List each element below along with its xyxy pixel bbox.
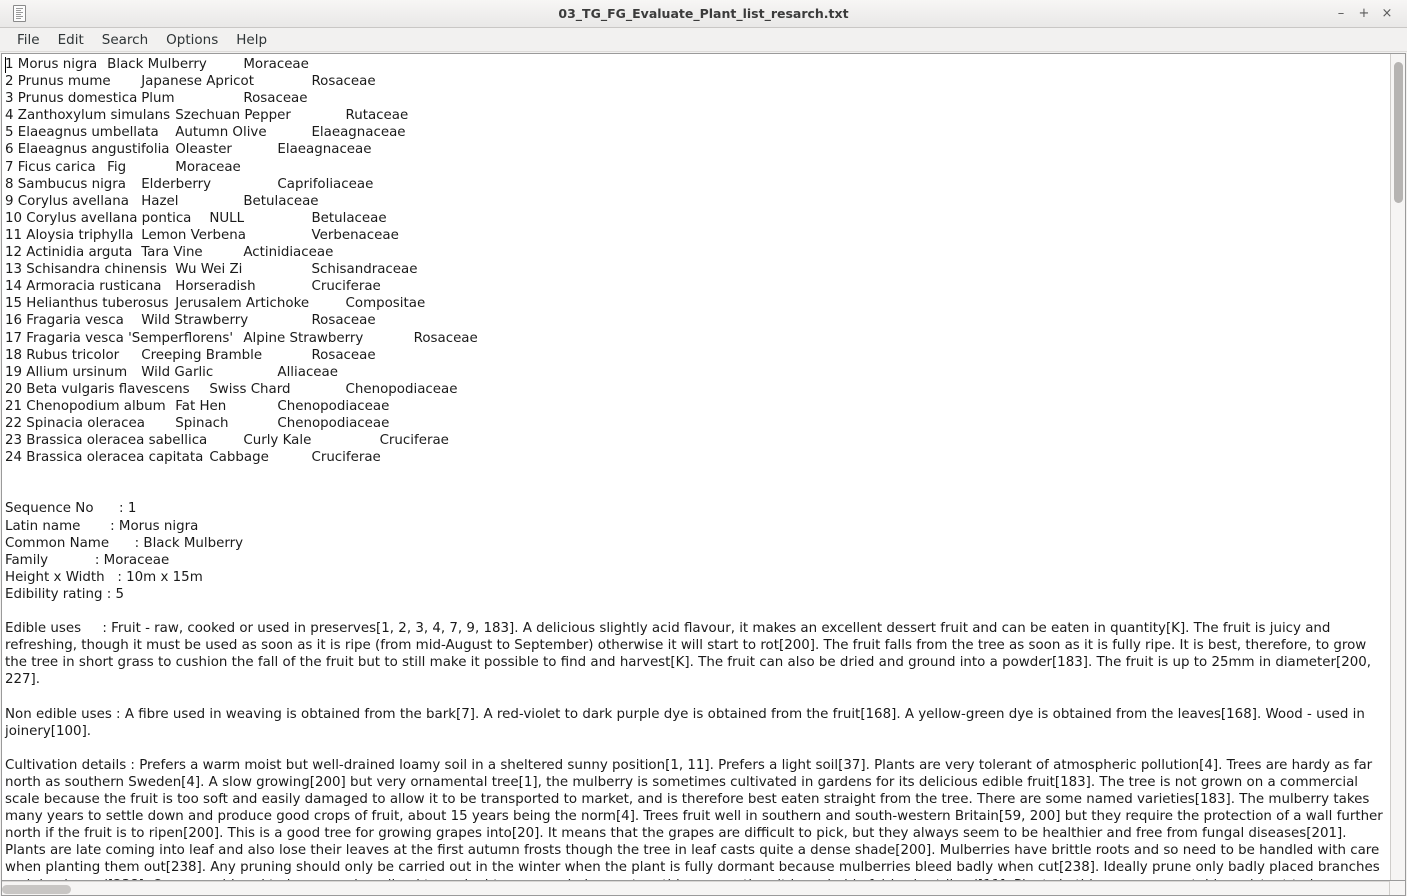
title-bar: 03_TG_FG_Evaluate_Plant_list_resarch.txt… bbox=[0, 0, 1407, 28]
window-controls: – + × bbox=[1335, 7, 1401, 20]
menu-item-options[interactable]: Options bbox=[157, 30, 227, 50]
horizontal-scrollbar-thumb[interactable] bbox=[2, 885, 72, 894]
vertical-scrollbar[interactable] bbox=[1390, 54, 1405, 880]
horizontal-scrollbar[interactable] bbox=[1, 880, 1406, 896]
text-caret bbox=[5, 57, 6, 73]
close-button[interactable]: × bbox=[1381, 7, 1393, 20]
menu-item-edit[interactable]: Edit bbox=[49, 30, 93, 50]
menu-item-file[interactable]: File bbox=[8, 30, 49, 50]
editor-container: 1 Morus nigra Black Mulberry Moraceae 2 … bbox=[0, 52, 1407, 896]
minimize-button[interactable]: – bbox=[1335, 7, 1347, 20]
menu-item-help[interactable]: Help bbox=[227, 30, 276, 50]
menu-bar: File Edit Search Options Help bbox=[0, 28, 1407, 52]
window-title: 03_TG_FG_Evaluate_Plant_list_resarch.txt bbox=[558, 6, 849, 21]
document-icon bbox=[10, 4, 28, 24]
vertical-scrollbar-thumb[interactable] bbox=[1394, 62, 1403, 203]
document-text[interactable]: 1 Morus nigra Black Mulberry Moraceae 2 … bbox=[5, 56, 1390, 880]
text-editor-area[interactable]: 1 Morus nigra Black Mulberry Moraceae 2 … bbox=[2, 54, 1390, 880]
maximize-button[interactable]: + bbox=[1358, 7, 1370, 20]
scrollbar-corner bbox=[1389, 881, 1405, 895]
text-editor-window: 03_TG_FG_Evaluate_Plant_list_resarch.txt… bbox=[0, 0, 1407, 896]
menu-item-search[interactable]: Search bbox=[93, 30, 157, 50]
